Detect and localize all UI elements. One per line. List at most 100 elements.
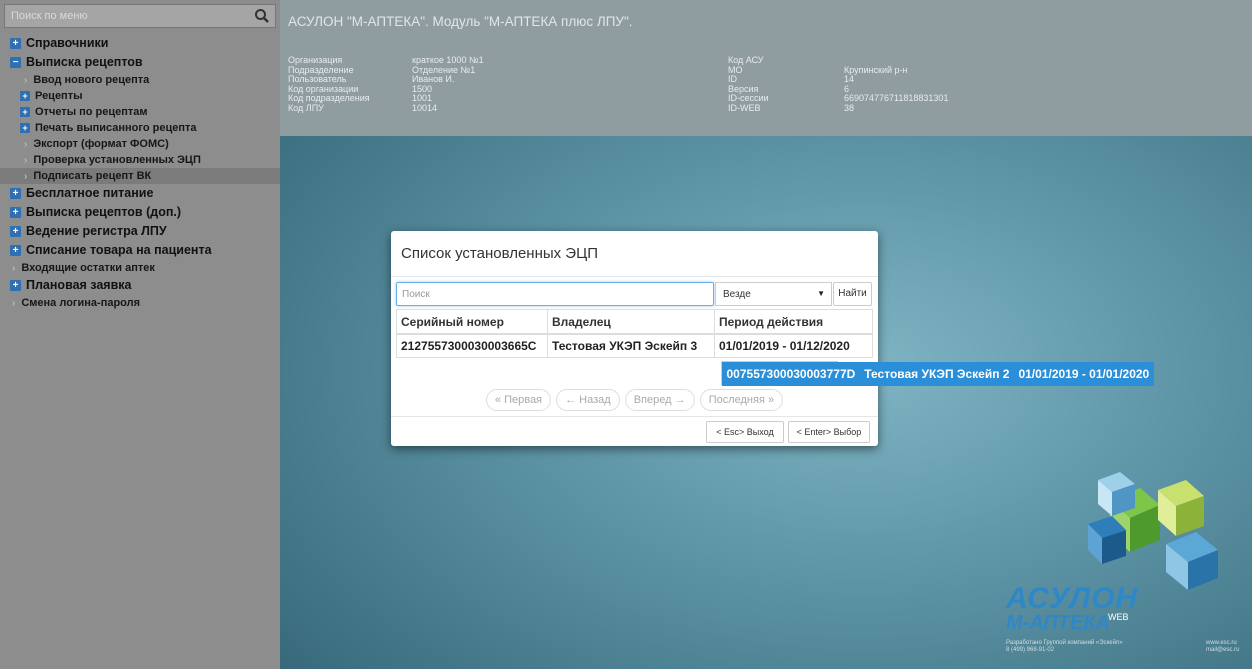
expand-icon: + bbox=[10, 38, 21, 50]
menu-item-label: Рецепты bbox=[35, 90, 83, 102]
search-scope-value: Везде bbox=[723, 289, 751, 300]
menu-item-label: Бесплатное питание bbox=[26, 186, 154, 200]
select-button[interactable]: < Enter> Выбор bbox=[788, 421, 870, 443]
info-keys-left: Организация Подразделение Пользователь К… bbox=[288, 55, 370, 113]
search-scope-select[interactable]: Везде ▼ bbox=[715, 282, 832, 306]
table-row[interactable]: 007557300030003777D Тестовая УКЭП Эскейп… bbox=[720, 360, 1155, 386]
cell-owner: Тестовая УКЭП Эскейп 3 bbox=[547, 334, 715, 358]
info-value: 10014 bbox=[412, 102, 438, 113]
menu-item-new-prescription[interactable]: › Ввод нового рецепта bbox=[0, 72, 280, 88]
cell-period: 01/01/2019 - 01/01/2020 bbox=[1013, 361, 1155, 386]
table-header-row: Серийный номер Владелец Период действия bbox=[396, 309, 873, 334]
menu-item-check-signatures[interactable]: › Проверка установленных ЭЦП bbox=[0, 152, 280, 168]
next-page-button[interactable]: Вперед → bbox=[624, 389, 695, 411]
exit-button[interactable]: < Esc> Выход bbox=[706, 421, 784, 443]
menu-item-recipes[interactable]: + Рецепты bbox=[0, 88, 280, 104]
expand-icon: + bbox=[20, 107, 30, 118]
column-header-period[interactable]: Период действия bbox=[714, 309, 873, 334]
menu-item-label: Подписать рецепт ВК bbox=[33, 170, 152, 182]
info-key: Код ЛПУ bbox=[288, 102, 324, 113]
menu-item-change-password[interactable]: › Смена логина-пароля bbox=[0, 295, 280, 311]
logo-site-link[interactable]: www.esc.ru bbox=[1206, 640, 1237, 646]
cubes-icon bbox=[1088, 472, 1218, 590]
logo-mail-link[interactable]: mail@esc.ru bbox=[1206, 647, 1239, 653]
expand-icon: + bbox=[20, 91, 30, 102]
menu-item-print-recipe[interactable]: + Печать выписанного рецепта bbox=[0, 120, 280, 136]
menu-item-lpu-registry[interactable]: + Ведение регистра ЛПУ bbox=[0, 222, 280, 241]
cell-period: 01/01/2019 - 01/12/2020 bbox=[714, 334, 873, 358]
menu-item-write-off[interactable]: + Списание товара на пациента bbox=[0, 241, 280, 260]
chevron-right-icon: › bbox=[12, 263, 16, 274]
cell-owner: Тестовая УКЭП Эскейп 2 bbox=[859, 361, 1015, 386]
menu-item-label: Печать выписанного рецепта bbox=[35, 122, 197, 134]
divider bbox=[391, 276, 878, 277]
menu-item-label: Смена логина-пароля bbox=[21, 297, 141, 309]
menu-item-prescriptions-extra[interactable]: + Выписка рецептов (доп.) bbox=[0, 203, 280, 222]
menu-item-export-foms[interactable]: › Экспорт (формат ФОМС) bbox=[0, 136, 280, 152]
first-page-button[interactable]: « Первая bbox=[485, 389, 552, 411]
expand-icon: + bbox=[10, 245, 21, 257]
info-key: ID-WEB bbox=[728, 102, 761, 113]
header-panel: АСУЛОН "М-АПТЕКА". Модуль "М-АПТЕКА плюс… bbox=[280, 0, 1252, 136]
menu-item-recipe-reports[interactable]: + Отчеты по рецептам bbox=[0, 104, 280, 120]
logo-developer: Разработано Группой компаний «Эскейп» bbox=[1006, 640, 1123, 646]
expand-icon: + bbox=[10, 207, 21, 219]
expand-icon: + bbox=[10, 226, 21, 238]
chevron-right-icon: › bbox=[24, 139, 28, 150]
menu-item-sign-vk[interactable]: › Подписать рецепт ВК bbox=[0, 168, 280, 184]
menu-item-label: Входящие остатки аптек bbox=[21, 262, 155, 274]
dialog-title: Список установленных ЭЦП bbox=[401, 245, 598, 262]
find-button[interactable]: Найти bbox=[833, 282, 872, 306]
chevron-right-icon: › bbox=[24, 75, 28, 86]
expand-icon: + bbox=[10, 188, 21, 200]
info-value: 38 bbox=[844, 102, 855, 113]
table-row[interactable]: 2127557300030003665C Тестовая УКЭП Эскей… bbox=[396, 334, 873, 358]
logo-subtitle: М-АПТЕКА bbox=[1006, 612, 1110, 634]
menu-item-label: Отчеты по рецептам bbox=[35, 106, 148, 118]
dialog-search-input[interactable]: Поиск bbox=[396, 282, 714, 306]
dialog-search-placeholder: Поиск bbox=[402, 289, 430, 300]
menu-item-label: Ввод нового рецепта bbox=[33, 74, 150, 86]
menu-item-label: Справочники bbox=[26, 36, 109, 50]
logo-web-tag: WEB bbox=[1108, 612, 1129, 622]
menu-item-label: Проверка установленных ЭЦП bbox=[33, 154, 201, 166]
info-values-left: краткое 1000 №1 Отделение №1 Иванов И. 1… bbox=[412, 55, 484, 113]
menu-item-incoming-stock[interactable]: › Входящие остатки аптек bbox=[0, 260, 280, 276]
cell-serial: 007557300030003777D bbox=[721, 361, 861, 386]
sidebar-menu: + Справочники − Выписка рецептов › Ввод нов… bbox=[0, 34, 280, 311]
prev-page-button[interactable]: ← Назад bbox=[556, 389, 620, 411]
signatures-table: Серийный номер Владелец Период действия … bbox=[396, 309, 1155, 386]
info-value: Крупинский р-н bbox=[844, 64, 908, 75]
asulon-logo: АСУЛОН М-АПТЕКА WEB Разработано Группой … bbox=[990, 460, 1252, 669]
menu-search-input[interactable]: Поиск по меню bbox=[4, 4, 276, 28]
menu-item-label: Ведение регистра ЛПУ bbox=[26, 224, 167, 238]
menu-item-label: Экспорт (формат ФОМС) bbox=[33, 138, 169, 150]
chevron-right-icon: › bbox=[24, 155, 28, 166]
chevron-right-icon: › bbox=[12, 298, 16, 309]
expand-icon: + bbox=[10, 280, 21, 292]
sidebar: Поиск по меню + Справочники − Выписка реце… bbox=[0, 0, 280, 669]
menu-item-prescriptions[interactable]: − Выписка рецептов bbox=[0, 53, 280, 72]
signature-list-dialog: Список установленных ЭЦП Поиск Везде ▼ Н… bbox=[391, 231, 1155, 446]
menu-item-label: Выписка рецептов bbox=[26, 55, 143, 69]
divider bbox=[391, 416, 878, 417]
column-header-owner[interactable]: Владелец bbox=[547, 309, 715, 334]
column-header-serial[interactable]: Серийный номер bbox=[396, 309, 548, 334]
menu-item-free-meals[interactable]: + Бесплатное питание bbox=[0, 184, 280, 203]
info-keys-right: Код АСУ МО ID Версия ID-сессии ID-WEB bbox=[728, 55, 769, 113]
menu-item-label: Списание товара на пациента bbox=[26, 243, 212, 257]
search-icon[interactable] bbox=[254, 8, 270, 24]
chevron-right-icon: › bbox=[24, 171, 28, 182]
expand-icon: + bbox=[20, 123, 30, 134]
menu-search-placeholder: Поиск по меню bbox=[11, 10, 88, 22]
menu-item-label: Плановая заявка bbox=[26, 278, 132, 292]
menu-item-directories[interactable]: + Справочники bbox=[0, 34, 280, 53]
info-values-right: Крупинский р-н 14 6 66907477671181883130… bbox=[844, 56, 948, 113]
logo-title: АСУЛОН bbox=[1006, 582, 1139, 615]
menu-item-planned-order[interactable]: + Плановая заявка bbox=[0, 276, 280, 295]
pagination: « Первая ← Назад Вперед → Последняя » bbox=[391, 389, 878, 411]
info-value: 669074776711818831301 bbox=[844, 93, 949, 103]
last-page-button[interactable]: Последняя » bbox=[699, 389, 784, 411]
dropdown-arrow-icon: ▼ bbox=[817, 289, 825, 298]
menu-item-label: Выписка рецептов (доп.) bbox=[26, 205, 182, 219]
